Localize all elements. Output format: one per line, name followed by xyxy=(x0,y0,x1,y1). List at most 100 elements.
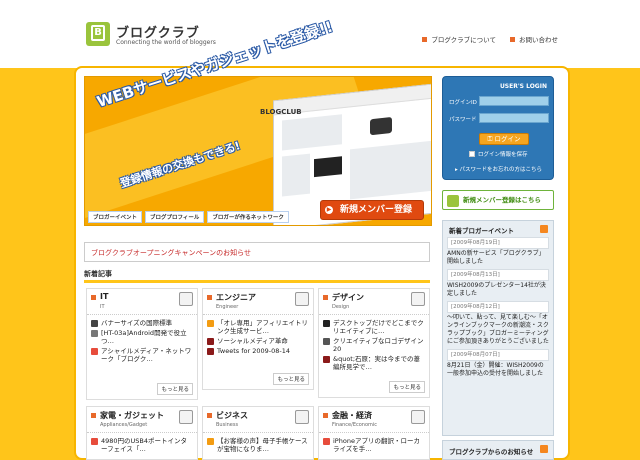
bullet-icon xyxy=(91,413,96,418)
category-name[interactable]: エンジニア xyxy=(216,292,256,303)
category-finance: 金融・経済 Finance/Economic iPhoneアプリの翻訳・ローカライ… xyxy=(318,406,430,460)
top-nav: ブログクラブについて お問い合わせ xyxy=(422,34,558,44)
gadget-icon xyxy=(179,410,193,424)
logo-tagline: Connecting the world of bloggers xyxy=(116,39,216,46)
list-item[interactable]: [2009年08月12日] 〜叩いて、貼って、見て楽しむ〜「オンラインブックマーク… xyxy=(447,301,549,346)
tv-icon xyxy=(314,156,342,178)
bullet-icon xyxy=(422,36,428,42)
contact-link[interactable]: お問い合わせ xyxy=(510,34,558,44)
bullet-icon xyxy=(207,413,212,418)
list-item[interactable]: [HT-03a]Android開発で役立つ… xyxy=(91,329,193,345)
list-item[interactable]: デスクトップだけでどこまでクリエイティブに… xyxy=(323,319,425,335)
category-sub: Finance/Economic xyxy=(332,422,378,428)
rss-icon[interactable] xyxy=(540,225,548,233)
article-icon xyxy=(91,320,98,327)
login-title: USER'S LOGIN xyxy=(499,83,547,90)
events-title: 新着ブロガーイベント xyxy=(449,227,514,235)
login-id-input[interactable] xyxy=(479,96,549,106)
category-gadget: 家電・ガジェット Appliances/Gadget 4980円のUSB4ポートイ… xyxy=(86,406,198,460)
article-icon xyxy=(207,438,214,445)
forgot-password-link[interactable]: ▸ パスワードをお忘れの方はこちら xyxy=(455,165,542,173)
bullet-icon xyxy=(323,295,328,300)
list-item[interactable]: 「オレ専用」アフィリエイトリンク生成サービ… xyxy=(207,319,309,335)
list-item[interactable]: ソーシャルメディア革命 xyxy=(207,337,309,345)
category-business: ビジネス Business 【お客様の声】母子手帳ケースが宝物になりま… xyxy=(202,406,314,460)
category-name[interactable]: ビジネス xyxy=(216,410,248,421)
screen-block xyxy=(282,114,342,151)
new-articles-title: 新着記事 xyxy=(84,270,112,278)
category-sub: Appliances/Gadget xyxy=(100,422,148,428)
bullet-icon xyxy=(323,413,328,418)
list-item[interactable]: [2009年08月07日] 8月21日（金）開催：WISH2009の一般参加申込の… xyxy=(447,349,549,378)
logo-icon xyxy=(447,195,459,207)
screen-block xyxy=(350,139,431,200)
rss-icon[interactable] xyxy=(540,445,548,453)
briefcase-icon xyxy=(295,410,309,424)
palette-icon xyxy=(411,292,425,306)
more-button[interactable]: もっと見る xyxy=(157,383,193,395)
bullet-icon xyxy=(510,36,515,42)
arrow-right-icon: ▶ xyxy=(325,206,333,214)
checkbox-icon[interactable] xyxy=(469,151,475,157)
campaign-notice-link[interactable]: ブログクラブオープニングキャンペーンのお知らせ xyxy=(84,242,430,262)
key-icon: ⚿ xyxy=(487,135,495,143)
category-design: デザイン Design デスクトップだけでどこまでクリエイティブに… クリエイティ… xyxy=(318,288,430,398)
more-button[interactable]: もっと見る xyxy=(389,381,425,393)
login-panel: USER'S LOGIN ログインID パスワード ⚿ ログイン ログイン情報を… xyxy=(442,76,554,180)
about-link[interactable]: ブログクラブについて xyxy=(422,34,496,44)
category-name[interactable]: IT xyxy=(100,292,108,301)
list-item[interactable]: 【お客様の声】母子手帳ケースが宝物になりま… xyxy=(207,437,309,453)
category-it: IT IT バナーサイズの国際標準 [HT-03a]Android開発で役立つ… … xyxy=(86,288,198,400)
monitor-icon xyxy=(179,292,193,306)
article-icon xyxy=(323,356,330,363)
list-item[interactable]: iPhoneアプリの翻訳・ローカライズを手… xyxy=(323,437,425,453)
new-member-link[interactable]: 新規メンバー登録はこちら xyxy=(442,190,554,210)
bullet-icon xyxy=(207,295,212,300)
password-label: パスワード xyxy=(449,117,477,123)
screen-block xyxy=(282,153,310,197)
article-icon xyxy=(91,330,98,337)
more-button[interactable]: もっと見る xyxy=(273,373,309,385)
hero-tabs: ブロガーイベント ブログプロフィール ブロガーが作るネットワーク xyxy=(88,211,289,223)
article-icon xyxy=(207,338,214,345)
article-icon xyxy=(91,438,98,445)
category-sub: Design xyxy=(332,304,350,310)
list-item[interactable]: [2009年08月19日] AMNの新サービス「ブログクラブ」開始しました xyxy=(447,237,549,266)
category-name[interactable]: 金融・経済 xyxy=(332,410,372,421)
hero-tab-network[interactable]: ブロガーが作るネットワーク xyxy=(207,211,289,223)
list-item[interactable]: クリエイティブなロゴデザイン20 xyxy=(323,337,425,353)
club-news-panel: ブログクラブからのお知らせ xyxy=(442,440,554,460)
yen-icon xyxy=(411,410,425,424)
events-panel: 新着ブロガーイベント [2009年08月19日] AMNの新サービス「ブログクラブ… xyxy=(442,220,554,436)
article-icon xyxy=(323,320,330,327)
list-item[interactable]: Tweets for 2009-08-14 xyxy=(207,347,309,355)
article-icon xyxy=(207,348,214,355)
category-sub: Engineer xyxy=(216,304,239,310)
remember-checkbox[interactable]: ログイン情報を保存 xyxy=(469,150,528,158)
list-item[interactable]: 4980円のUSB4ポートインターフェイス「… xyxy=(91,437,193,453)
article-icon xyxy=(323,438,330,445)
category-name[interactable]: デザイン xyxy=(332,292,364,303)
article-icon xyxy=(91,348,98,355)
list-item[interactable]: [2009年08月13日] WISH2009のプレゼンター14社が決定しました xyxy=(447,269,549,298)
list-item[interactable]: バナーサイズの国際標準 xyxy=(91,319,193,327)
section-divider xyxy=(84,280,430,283)
hero-tab-event[interactable]: ブロガーイベント xyxy=(88,211,143,223)
category-name[interactable]: 家電・ガジェット xyxy=(100,410,164,421)
camera-icon xyxy=(370,116,392,136)
article-icon xyxy=(323,338,330,345)
club-news-title: ブログクラブからのお知らせ xyxy=(449,448,534,456)
article-icon xyxy=(207,320,214,327)
hero-tab-profile[interactable]: ブログプロフィール xyxy=(145,211,205,223)
category-engineer: エンジニア Engineer 「オレ専用」アフィリエイトリンク生成サービ… ソーシ… xyxy=(202,288,314,390)
list-item[interactable]: &quot;石原：実は今までの葦編所見学で… xyxy=(323,355,425,371)
register-button[interactable]: ▶ 新規メンバー登録 xyxy=(320,200,424,220)
bullet-icon xyxy=(91,295,96,300)
hero-blog-label: BLOGCLUB xyxy=(260,108,302,116)
list-item[interactable]: アシャイルメディア・ネットワーク「ブログク… xyxy=(91,347,193,363)
password-input[interactable] xyxy=(479,113,549,123)
login-id-label: ログインID xyxy=(449,100,477,106)
login-button[interactable]: ⚿ ログイン xyxy=(479,133,529,145)
logo-icon[interactable]: B xyxy=(86,22,110,46)
gear-icon xyxy=(295,292,309,306)
